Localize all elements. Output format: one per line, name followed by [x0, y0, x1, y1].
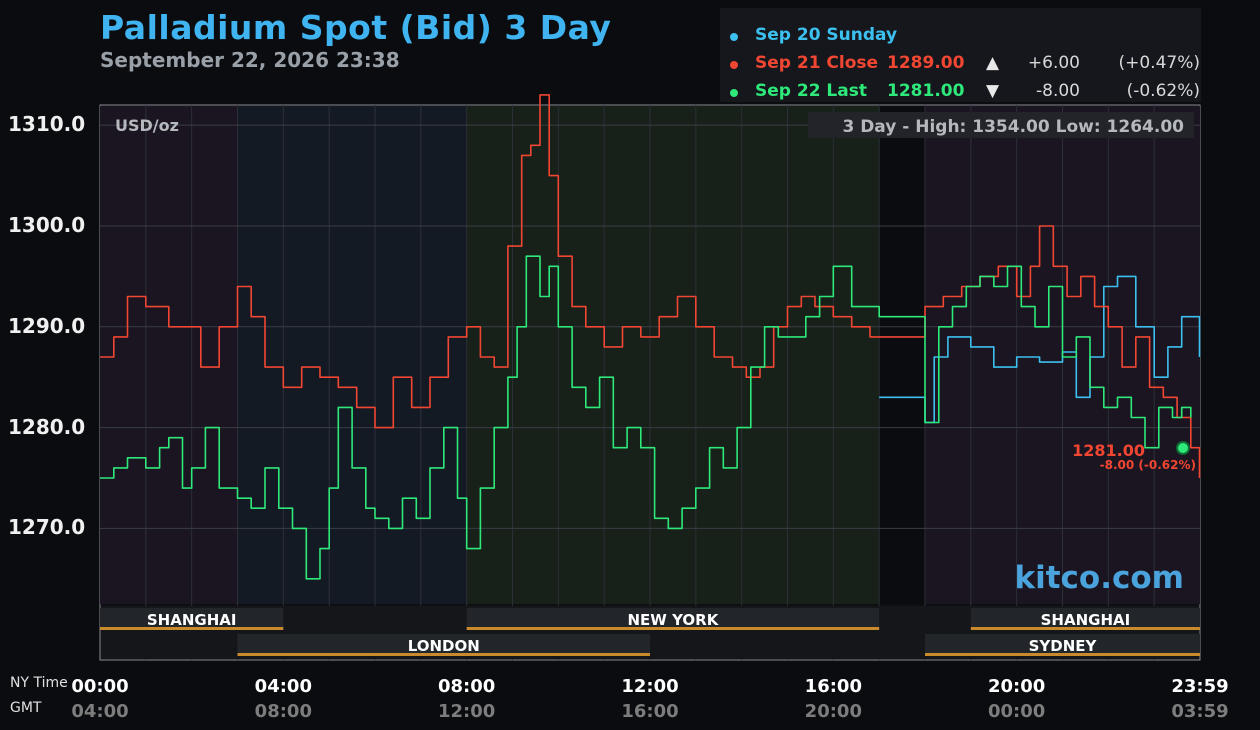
x-tick-label-gmt: 20:00	[804, 701, 862, 722]
unit-label: USD/oz	[115, 116, 179, 135]
y-tick-label: 1310.0	[8, 112, 86, 137]
price-chart: SHANGHAI NEW YORK SHANGHAI LONDON SYDNEY 3 D…	[99, 94, 1201, 661]
session-label: NEW YORK	[628, 611, 720, 629]
x-tick-label-gmt: 16:00	[621, 701, 679, 722]
y-tick-label: 1280.0	[8, 414, 86, 439]
last-price-marker	[1176, 441, 1190, 455]
x-tick-label-gmt: 08:00	[254, 701, 312, 722]
y-tick-label: 1270.0	[8, 515, 86, 540]
range-label: 3 Day - High: 1354.00 Low: 1264.00	[842, 117, 1184, 137]
kitco-watermark: kitco.com	[1015, 560, 1185, 596]
x-tick-label-gmt: 04:00	[71, 701, 129, 722]
x-tick-label-gmt: 03:59	[1171, 701, 1229, 722]
session-label: LONDON	[408, 637, 480, 655]
y-tick-label: 1290.0	[8, 313, 86, 338]
session-label: SYDNEY	[1029, 637, 1098, 655]
session-shade	[100, 106, 238, 604]
x-tick-label-ny: 04:00	[254, 676, 312, 697]
x-tick-label-ny: 00:00	[71, 676, 129, 697]
x-tick-label-gmt: 00:00	[988, 701, 1046, 722]
session-label: SHANGHAI	[1041, 611, 1131, 629]
last-change-label: -8.00 (-0.62%)	[1100, 458, 1196, 472]
session-shade	[466, 106, 880, 604]
x-tick-label-ny: 12:00	[621, 676, 679, 697]
x-tick-label-ny: 16:00	[804, 676, 862, 697]
session-label: SHANGHAI	[147, 611, 237, 629]
x-tick-label-ny: 20:00	[988, 676, 1046, 697]
session-shade	[237, 106, 467, 604]
x-tick-label-gmt: 12:00	[438, 701, 496, 722]
gmt-label: GMT	[10, 700, 42, 716]
x-tick-label-ny: 23:59	[1171, 676, 1229, 697]
x-tick-label-ny: 08:00	[438, 676, 496, 697]
y-tick-label: 1300.0	[8, 212, 86, 237]
session-shade	[879, 106, 925, 604]
